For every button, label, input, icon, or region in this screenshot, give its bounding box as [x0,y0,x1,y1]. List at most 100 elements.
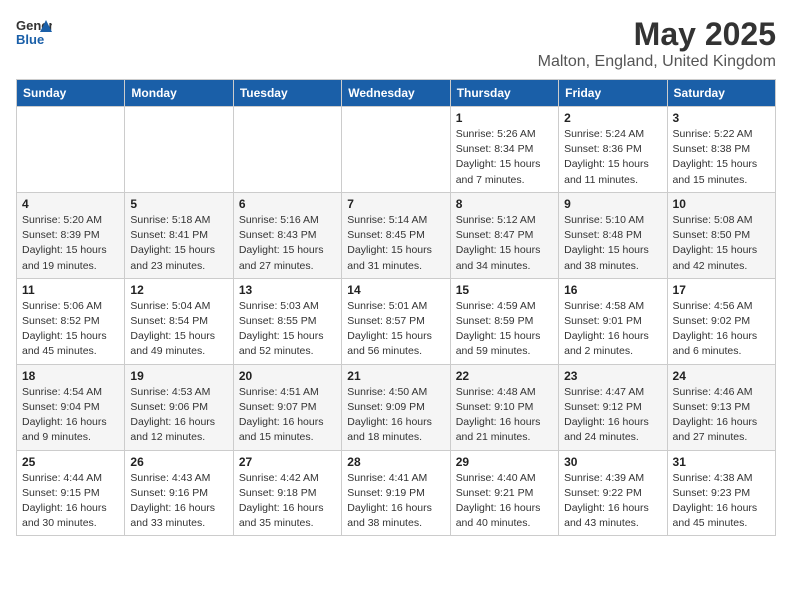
day-number: 4 [22,197,119,211]
calendar-week-row: 1Sunrise: 5:26 AM Sunset: 8:34 PM Daylig… [17,107,776,193]
day-number: 10 [673,197,770,211]
calendar-cell: 23 Sunrise: 4:47 AM Sunset: 9:12 PM Dayli… [559,364,667,450]
day-info: Sunrise: 5:06 AM Sunset: 8:52 PM Dayligh… [22,299,119,360]
day-info: Sunrise: 4:58 AM Sunset: 9:01 PM Dayligh… [564,299,661,360]
day-info: Sunrise: 4:59 AM Sunset: 8:59 PM Dayligh… [456,299,553,360]
calendar-cell: 1Sunrise: 5:26 AM Sunset: 8:34 PM Daylig… [450,107,558,193]
calendar-header-friday: Friday [559,80,667,107]
calendar-cell: 12 Sunrise: 5:04 AM Sunset: 8:54 PM Dayli… [125,278,233,364]
calendar-cell [342,107,450,193]
calendar-cell: 10 Sunrise: 5:08 AM Sunset: 8:50 PM Dayli… [667,192,775,278]
day-info: Sunrise: 4:50 AM Sunset: 9:09 PM Dayligh… [347,385,444,446]
month-title: May 2025 [538,16,776,53]
day-number: 14 [347,283,444,297]
calendar-cell: 24 Sunrise: 4:46 AM Sunset: 9:13 PM Dayli… [667,364,775,450]
day-info: Sunrise: 4:40 AM Sunset: 9:21 PM Dayligh… [456,471,553,532]
calendar-header-saturday: Saturday [667,80,775,107]
calendar-header-tuesday: Tuesday [233,80,341,107]
calendar-cell: 15 Sunrise: 4:59 AM Sunset: 8:59 PM Dayli… [450,278,558,364]
calendar-cell: 26 Sunrise: 4:43 AM Sunset: 9:16 PM Dayli… [125,450,233,536]
day-number: 7 [347,197,444,211]
calendar-cell: 29 Sunrise: 4:40 AM Sunset: 9:21 PM Dayli… [450,450,558,536]
calendar-week-row: 11 Sunrise: 5:06 AM Sunset: 8:52 PM Dayli… [17,278,776,364]
day-info: Sunrise: 5:08 AM Sunset: 8:50 PM Dayligh… [673,213,770,274]
day-number: 27 [239,455,336,469]
calendar-cell: 27Sunrise: 4:42 AM Sunset: 9:18 PM Dayli… [233,450,341,536]
calendar-cell: 13 Sunrise: 5:03 AM Sunset: 8:55 PM Dayli… [233,278,341,364]
day-info: Sunrise: 5:24 AM Sunset: 8:36 PM Dayligh… [564,127,661,188]
day-number: 11 [22,283,119,297]
day-number: 13 [239,283,336,297]
calendar-cell: 9Sunrise: 5:10 AM Sunset: 8:48 PM Daylig… [559,192,667,278]
day-number: 24 [673,369,770,383]
day-number: 23 [564,369,661,383]
calendar-cell: 3 Sunrise: 5:22 AM Sunset: 8:38 PM Daylig… [667,107,775,193]
calendar-table: SundayMondayTuesdayWednesdayThursdayFrid… [16,79,776,536]
day-info: Sunrise: 4:44 AM Sunset: 9:15 PM Dayligh… [22,471,119,532]
day-number: 1 [456,111,553,125]
day-number: 26 [130,455,227,469]
calendar-cell: 31 Sunrise: 4:38 AM Sunset: 9:23 PM Dayli… [667,450,775,536]
day-number: 2 [564,111,661,125]
calendar-header-wednesday: Wednesday [342,80,450,107]
calendar-cell: 19Sunrise: 4:53 AM Sunset: 9:06 PM Dayli… [125,364,233,450]
calendar-header-row: SundayMondayTuesdayWednesdayThursdayFrid… [17,80,776,107]
calendar-cell: 14Sunrise: 5:01 AM Sunset: 8:57 PM Dayli… [342,278,450,364]
calendar-cell: 2 Sunrise: 5:24 AM Sunset: 8:36 PM Daylig… [559,107,667,193]
day-info: Sunrise: 5:04 AM Sunset: 8:54 PM Dayligh… [130,299,227,360]
day-info: Sunrise: 5:16 AM Sunset: 8:43 PM Dayligh… [239,213,336,274]
day-number: 8 [456,197,553,211]
day-number: 3 [673,111,770,125]
calendar-cell: 18 Sunrise: 4:54 AM Sunset: 9:04 PM Dayli… [17,364,125,450]
day-number: 18 [22,369,119,383]
calendar-week-row: 25 Sunrise: 4:44 AM Sunset: 9:15 PM Dayli… [17,450,776,536]
svg-text:Blue: Blue [16,32,44,46]
location: Malton, England, United Kingdom [538,53,776,71]
day-number: 16 [564,283,661,297]
calendar-cell: 11 Sunrise: 5:06 AM Sunset: 8:52 PM Dayli… [17,278,125,364]
calendar-cell: 8 Sunrise: 5:12 AM Sunset: 8:47 PM Daylig… [450,192,558,278]
logo: General Blue [16,16,52,46]
calendar-cell: 22Sunrise: 4:48 AM Sunset: 9:10 PM Dayli… [450,364,558,450]
page-header: General Blue May 2025 Malton, England, U… [16,16,776,71]
calendar-cell: 4 Sunrise: 5:20 AM Sunset: 8:39 PM Daylig… [17,192,125,278]
day-info: Sunrise: 4:51 AM Sunset: 9:07 PM Dayligh… [239,385,336,446]
day-number: 21 [347,369,444,383]
day-info: Sunrise: 4:43 AM Sunset: 9:16 PM Dayligh… [130,471,227,532]
calendar-header-sunday: Sunday [17,80,125,107]
calendar-cell [17,107,125,193]
calendar-week-row: 18 Sunrise: 4:54 AM Sunset: 9:04 PM Dayli… [17,364,776,450]
title-block: May 2025 Malton, England, United Kingdom [538,16,776,71]
day-info: Sunrise: 4:38 AM Sunset: 9:23 PM Dayligh… [673,471,770,532]
day-info: Sunrise: 5:14 AM Sunset: 8:45 PM Dayligh… [347,213,444,274]
day-info: Sunrise: 5:03 AM Sunset: 8:55 PM Dayligh… [239,299,336,360]
day-number: 30 [564,455,661,469]
day-info: Sunrise: 4:46 AM Sunset: 9:13 PM Dayligh… [673,385,770,446]
day-number: 29 [456,455,553,469]
calendar-cell: 25 Sunrise: 4:44 AM Sunset: 9:15 PM Dayli… [17,450,125,536]
day-info: Sunrise: 4:54 AM Sunset: 9:04 PM Dayligh… [22,385,119,446]
day-info: Sunrise: 4:47 AM Sunset: 9:12 PM Dayligh… [564,385,661,446]
day-number: 6 [239,197,336,211]
calendar-cell: 17Sunrise: 4:56 AM Sunset: 9:02 PM Dayli… [667,278,775,364]
calendar-cell: 7 Sunrise: 5:14 AM Sunset: 8:45 PM Daylig… [342,192,450,278]
day-info: Sunrise: 5:20 AM Sunset: 8:39 PM Dayligh… [22,213,119,274]
day-info: Sunrise: 4:48 AM Sunset: 9:10 PM Dayligh… [456,385,553,446]
calendar-cell: 16 Sunrise: 4:58 AM Sunset: 9:01 PM Dayli… [559,278,667,364]
day-number: 9 [564,197,661,211]
day-number: 28 [347,455,444,469]
calendar-cell: 21 Sunrise: 4:50 AM Sunset: 9:09 PM Dayli… [342,364,450,450]
day-number: 15 [456,283,553,297]
calendar-cell [125,107,233,193]
day-info: Sunrise: 5:22 AM Sunset: 8:38 PM Dayligh… [673,127,770,188]
day-info: Sunrise: 5:12 AM Sunset: 8:47 PM Dayligh… [456,213,553,274]
day-number: 5 [130,197,227,211]
logo-icon: General Blue [16,16,52,46]
calendar-cell [233,107,341,193]
day-number: 25 [22,455,119,469]
calendar-cell: 6 Sunrise: 5:16 AM Sunset: 8:43 PM Daylig… [233,192,341,278]
day-number: 20 [239,369,336,383]
day-number: 12 [130,283,227,297]
day-number: 31 [673,455,770,469]
calendar-cell: 20 Sunrise: 4:51 AM Sunset: 9:07 PM Dayli… [233,364,341,450]
